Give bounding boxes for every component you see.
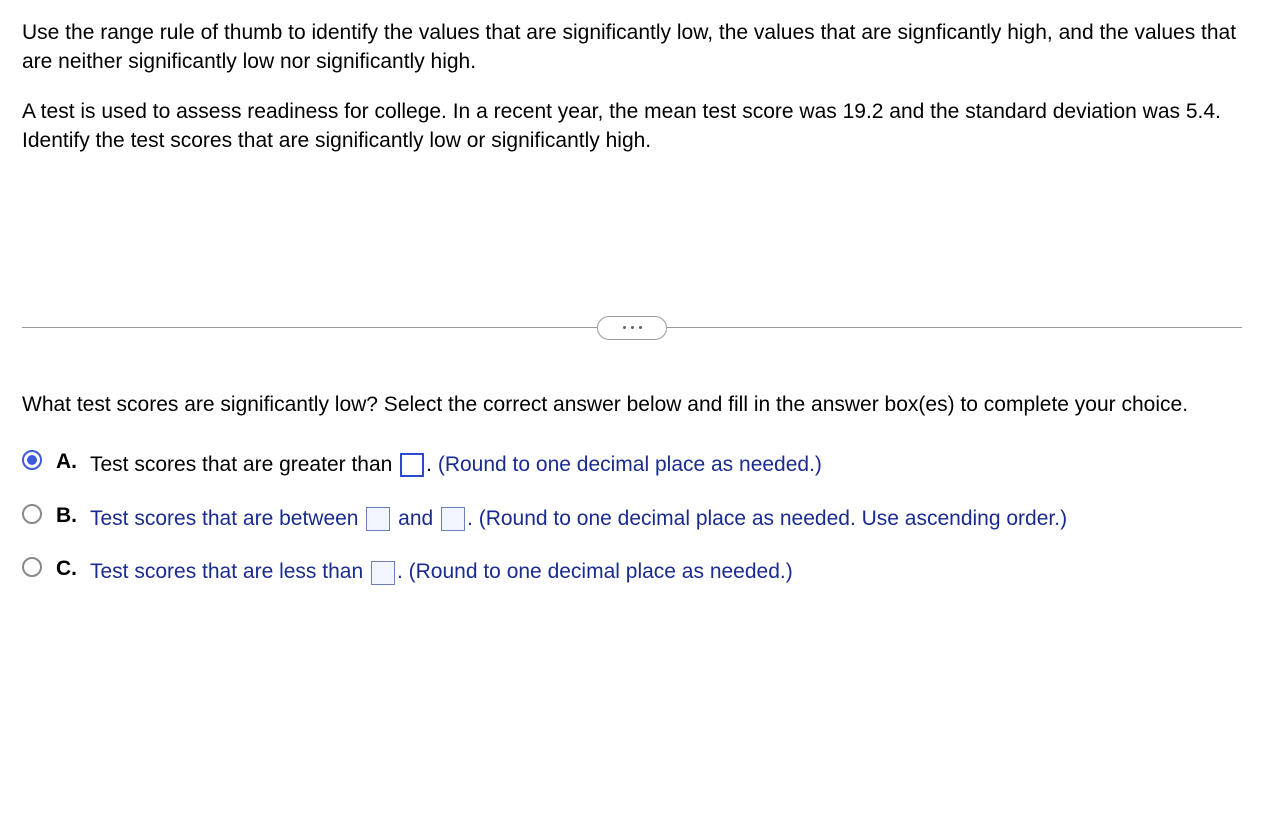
option-b: B. Test scores that are between and . (R…	[22, 501, 1242, 537]
option-c-text-after: .	[397, 560, 409, 583]
option-a-text-before: Test scores that are greater than	[90, 453, 398, 476]
option-letter-b: B.	[56, 501, 78, 530]
option-a: A. Test scores that are greater than . (…	[22, 447, 1242, 483]
radio-a[interactable]	[22, 450, 42, 470]
answer-input-b1[interactable]	[366, 507, 390, 531]
option-b-text-before: Test scores that are between	[90, 507, 364, 530]
divider-line-left	[22, 327, 597, 328]
option-c-text-before: Test scores that are less than	[90, 560, 369, 583]
radio-c[interactable]	[22, 557, 42, 577]
answer-input-b2[interactable]	[441, 507, 465, 531]
option-b-text-after: .	[467, 507, 479, 530]
question-scenario: A test is used to assess readiness for c…	[22, 97, 1242, 156]
option-c: C. Test scores that are less than . (Rou…	[22, 554, 1242, 590]
dots-icon	[623, 326, 626, 329]
option-a-text-after: .	[426, 453, 438, 476]
option-body-b: Test scores that are between and . (Roun…	[90, 501, 1242, 537]
option-c-hint: (Round to one decimal place as needed.)	[409, 560, 793, 583]
answer-prompt: What test scores are significantly low? …	[22, 390, 1242, 419]
dots-icon	[631, 326, 634, 329]
radio-b[interactable]	[22, 504, 42, 524]
option-body-c: Test scores that are less than . (Round …	[90, 554, 1242, 590]
option-b-text-mid: and	[392, 507, 439, 530]
dots-icon	[639, 326, 642, 329]
option-a-hint: (Round to one decimal place as needed.)	[438, 453, 822, 476]
divider-line-right	[667, 327, 1242, 328]
option-b-hint: (Round to one decimal place as needed. U…	[479, 507, 1067, 530]
answer-input-c[interactable]	[371, 561, 395, 585]
answer-input-a[interactable]	[400, 453, 424, 477]
question-intro: Use the range rule of thumb to identify …	[22, 18, 1242, 77]
option-letter-a: A.	[56, 447, 78, 476]
section-divider	[22, 316, 1242, 340]
option-body-a: Test scores that are greater than . (Rou…	[90, 447, 1242, 483]
expand-pill[interactable]	[597, 316, 667, 340]
option-letter-c: C.	[56, 554, 78, 583]
